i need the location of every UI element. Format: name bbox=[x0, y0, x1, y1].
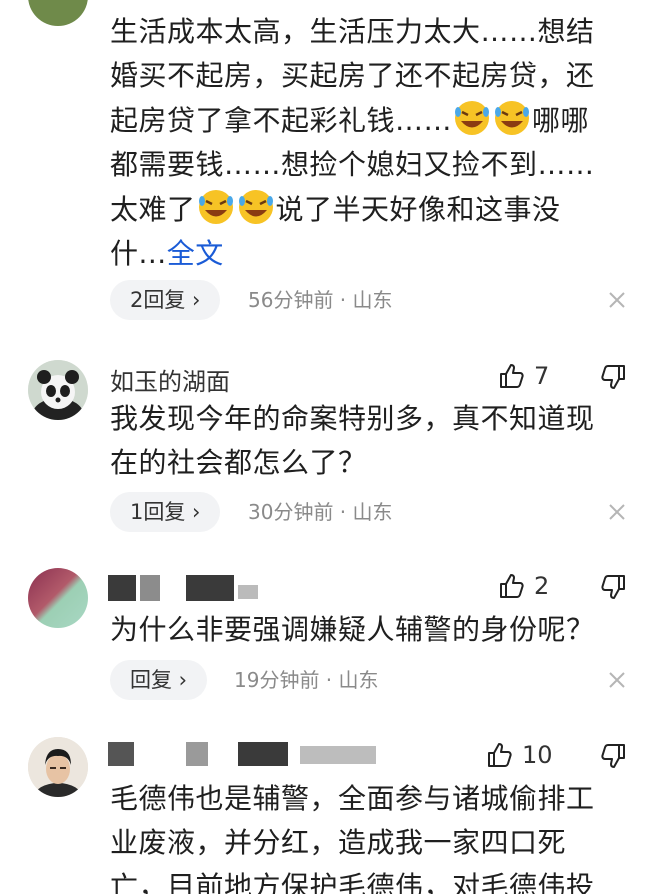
text-line: 婚买不起房，买起房了还不起房贷，还 bbox=[110, 59, 595, 92]
text-line: 业废液，并分红，造成我一家四口死 bbox=[110, 826, 567, 859]
text-line: 都需要钱……想捡个媳妇又捡不到…… bbox=[110, 148, 595, 181]
avatar[interactable] bbox=[28, 360, 88, 420]
text-line: 亡，目前地方保护毛德伟，对毛德伟投 bbox=[110, 870, 595, 894]
text-line: 起房贷了拿不起彩礼钱…… 哪哪 bbox=[110, 98, 630, 143]
text-line: 毛德伟也是辅警，全面参与诸城偷排工 bbox=[110, 782, 595, 815]
panda-avatar-icon bbox=[28, 360, 88, 420]
text-segment: 什... bbox=[110, 237, 167, 270]
person-avatar-icon bbox=[28, 737, 88, 797]
redacted-username bbox=[238, 585, 258, 599]
text-line: 什...全文 bbox=[110, 232, 630, 276]
thumbs-down-icon[interactable] bbox=[598, 572, 628, 602]
redacted-username bbox=[140, 575, 160, 601]
like-count: 2 bbox=[534, 572, 550, 600]
thumbs-down-icon[interactable] bbox=[598, 362, 628, 392]
thumbs-down-icon[interactable] bbox=[598, 741, 628, 771]
text-segment: 哪哪 bbox=[532, 104, 590, 137]
reply-button[interactable]: 1回复 › bbox=[110, 492, 221, 532]
like-count: 7 bbox=[534, 362, 550, 390]
close-icon[interactable] bbox=[605, 500, 629, 524]
avatar[interactable] bbox=[28, 737, 88, 797]
avatar[interactable] bbox=[28, 568, 88, 628]
comment-meta: 30分钟前 · 山东 bbox=[248, 500, 393, 524]
text-line: 我发现今年的命案特别多，真不知道现 bbox=[110, 402, 595, 435]
text-line: 生活成本太高，生活压力太大……想结 bbox=[110, 15, 595, 48]
redacted-username bbox=[186, 575, 234, 601]
thumbs-up-icon[interactable] bbox=[497, 361, 527, 391]
comment-text: 生活成本太高，生活压力太大……想结 婚买不起房，买起房了还不起房贷，还 起房贷了… bbox=[110, 10, 630, 276]
username[interactable]: 如玉的湖面 bbox=[110, 362, 230, 397]
redacted-username bbox=[186, 742, 208, 766]
thumbs-up-icon[interactable] bbox=[497, 571, 527, 601]
text-line: 太难了 说了半天好像和这事没 bbox=[110, 187, 630, 232]
comment-text: 我发现今年的命案特别多，真不知道现 在的社会都怎么了？ bbox=[110, 397, 630, 485]
comment-text: 为什么非要强调嫌疑人辅警的身份呢？ bbox=[110, 608, 630, 652]
text-line: 在的社会都怎么了？ bbox=[110, 446, 367, 479]
redacted-username bbox=[108, 742, 134, 766]
rolling-laughing-emoji-icon bbox=[198, 190, 233, 224]
reply-button[interactable]: 回复 › bbox=[110, 660, 208, 700]
thumbs-up-icon[interactable] bbox=[485, 740, 515, 770]
rolling-laughing-emoji-icon bbox=[495, 101, 530, 135]
like-count: 10 bbox=[522, 741, 553, 769]
redacted-username bbox=[300, 746, 376, 764]
text-segment: 起房贷了拿不起彩礼钱…… bbox=[110, 104, 453, 137]
text-line: 为什么非要强调嫌疑人辅警的身份呢？ bbox=[110, 613, 595, 646]
avatar[interactable] bbox=[28, 0, 88, 26]
expand-full-text-link[interactable]: 全文 bbox=[167, 237, 224, 270]
rolling-laughing-emoji-icon bbox=[238, 190, 273, 224]
close-icon[interactable] bbox=[605, 668, 629, 692]
redacted-username bbox=[108, 575, 136, 601]
comment-meta: 19分钟前 · 山东 bbox=[234, 668, 379, 692]
close-icon[interactable] bbox=[605, 288, 629, 312]
text-segment: 说了半天好像和这事没 bbox=[275, 193, 561, 226]
reply-button[interactable]: 2回复 › bbox=[110, 280, 221, 320]
rolling-laughing-emoji-icon bbox=[455, 101, 490, 135]
comment-meta: 56分钟前 · 山东 bbox=[248, 288, 393, 312]
comment-text: 毛德伟也是辅警，全面参与诸城偷排工 业废液，并分红，造成我一家四口死 亡，目前地… bbox=[110, 777, 630, 894]
redacted-username bbox=[238, 742, 288, 766]
text-segment: 太难了 bbox=[110, 193, 196, 226]
